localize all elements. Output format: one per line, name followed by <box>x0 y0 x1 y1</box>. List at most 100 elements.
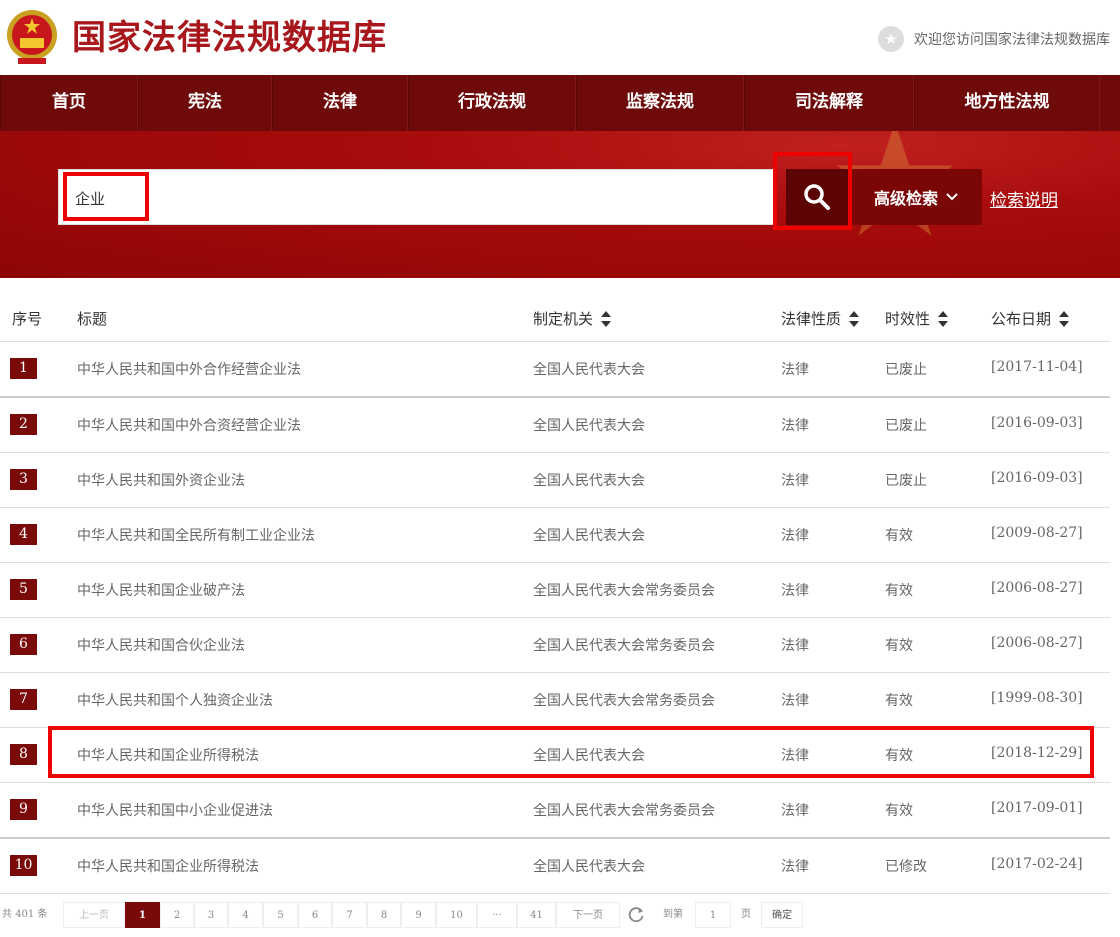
table-row[interactable]: 4 中华人民共和国全民所有制工业企业法 全国人民代表大会 法律 有效 [2009-08-2… <box>0 508 1110 563</box>
star-icon[interactable]: ★ <box>878 26 904 52</box>
nav-judicial-interpretation[interactable]: 司法解释 <box>744 75 914 131</box>
nav-admin-regulations[interactable]: 行政法规 <box>408 75 576 131</box>
main-nav: 首页 宪法 法律 行政法规 监察法规 司法解释 地方性法规 <box>0 75 1120 131</box>
row-validity: 有效 <box>885 583 913 599</box>
table-row[interactable]: 10 中华人民共和国企业所得税法 全国人民代表大会 法律 已修改 [2017-02-24] <box>0 839 1110 894</box>
row-title-link[interactable]: 中华人民共和国中小企业促进法 <box>77 800 273 820</box>
row-authority: 全国人民代表大会常务委员会 <box>533 803 715 819</box>
search-banner: 高级检索 检索说明 <box>0 131 1120 278</box>
row-date: [2009-08-27] <box>991 525 1083 541</box>
search-input[interactable] <box>75 186 755 210</box>
page-button[interactable]: 4 <box>228 902 263 928</box>
sort-icon[interactable] <box>849 310 860 327</box>
row-nature: 法律 <box>781 803 809 819</box>
row-index: 6 <box>10 634 37 655</box>
row-authority: 全国人民代表大会 <box>533 418 645 434</box>
row-index: 10 <box>10 855 37 876</box>
row-title-link[interactable]: 中华人民共和国中外合作经营企业法 <box>77 359 301 379</box>
sort-icon[interactable] <box>938 310 949 327</box>
header-index: 序号 <box>12 310 43 328</box>
table-row[interactable]: 2 中华人民共和国中外合资经营企业法 全国人民代表大会 法律 已废止 [2016-09-0… <box>0 398 1110 453</box>
page-button[interactable]: 9 <box>401 902 436 928</box>
row-index: 5 <box>10 579 37 600</box>
row-date: [2016-09-03] <box>991 470 1083 486</box>
page-button[interactable]: 3 <box>194 902 228 928</box>
row-authority: 全国人民代表大会常务委员会 <box>533 583 715 599</box>
nav-supervision-regulations[interactable]: 监察法规 <box>576 75 744 131</box>
prev-page-button[interactable]: 上一页 <box>63 902 125 928</box>
row-nature: 法律 <box>781 693 809 709</box>
nav-law[interactable]: 法律 <box>272 75 408 131</box>
row-title-link[interactable]: 中华人民共和国企业破产法 <box>77 580 245 600</box>
search-button[interactable] <box>786 169 848 225</box>
page-button[interactable]: 8 <box>367 902 401 928</box>
row-authority: 全国人民代表大会常务委员会 <box>533 638 715 654</box>
page-button[interactable]: 5 <box>263 902 298 928</box>
row-title-link[interactable]: 中华人民共和国中外合资经营企业法 <box>77 415 301 435</box>
row-index: 1 <box>10 358 37 379</box>
row-validity: 有效 <box>885 693 913 709</box>
search-help-link[interactable]: 检索说明 <box>990 186 1058 211</box>
confirm-button[interactable]: 确定 <box>761 902 803 928</box>
row-nature: 法律 <box>781 418 809 434</box>
header-nature[interactable]: 法律性质 <box>781 308 860 329</box>
table-row[interactable]: 9 中华人民共和国中小企业促进法 全国人民代表大会常务委员会 法律 有效 [2017-09… <box>0 783 1110 839</box>
row-validity: 已修改 <box>885 859 927 875</box>
row-index: 2 <box>10 414 37 435</box>
row-title-link[interactable]: 中华人民共和国全民所有制工业企业法 <box>77 525 315 545</box>
header-validity[interactable]: 时效性 <box>885 308 949 329</box>
table-row[interactable]: 5 中华人民共和国企业破产法 全国人民代表大会常务委员会 法律 有效 [2006-08-2… <box>0 563 1110 618</box>
row-nature: 法律 <box>781 528 809 544</box>
nav-local-regulations[interactable]: 地方性法规 <box>914 75 1100 131</box>
page-button[interactable]: 1 <box>125 902 160 928</box>
row-validity: 有效 <box>885 638 913 654</box>
page-button[interactable]: 7 <box>332 902 367 928</box>
goto-page-input[interactable]: 1 <box>695 902 731 928</box>
page-button[interactable]: 10 <box>436 902 477 928</box>
next-page-button[interactable]: 下一页 <box>556 902 620 928</box>
row-authority: 全国人民代表大会 <box>533 748 645 764</box>
table-row[interactable]: 1 中华人民共和国中外合作经营企业法 全国人民代表大会 法律 已废止 [2017-11-0… <box>0 342 1110 398</box>
chevron-down-icon <box>946 193 958 201</box>
row-title-link[interactable]: 中华人民共和国企业所得税法 <box>77 856 259 876</box>
table-row[interactable]: 8 中华人民共和国企业所得税法 全国人民代表大会 法律 有效 [2018-12-29] <box>0 728 1110 783</box>
page-button: ··· <box>477 902 517 928</box>
nav-home[interactable]: 首页 <box>0 75 138 131</box>
row-nature: 法律 <box>781 473 809 489</box>
row-title-link[interactable]: 中华人民共和国企业所得税法 <box>77 745 259 765</box>
table-row[interactable]: 3 中华人民共和国外资企业法 全国人民代表大会 法律 已废止 [2016-09-03] <box>0 453 1110 508</box>
header-authority[interactable]: 制定机关 <box>533 308 612 329</box>
advanced-search-button[interactable]: 高级检索 <box>850 169 982 225</box>
row-nature: 法律 <box>781 362 809 378</box>
header-date[interactable]: 公布日期 <box>991 308 1070 329</box>
row-title-link[interactable]: 中华人民共和国合伙企业法 <box>77 635 245 655</box>
row-index: 9 <box>10 799 37 820</box>
row-validity: 有效 <box>885 803 913 819</box>
page-button[interactable]: 2 <box>160 902 194 928</box>
row-date: [2018-12-29] <box>991 745 1083 761</box>
row-date: [2017-11-04] <box>991 359 1083 375</box>
row-nature: 法律 <box>781 583 809 599</box>
table-row[interactable]: 6 中华人民共和国合伙企业法 全国人民代表大会常务委员会 法律 有效 [2006-08-2… <box>0 618 1110 673</box>
row-date: [1999-08-30] <box>991 690 1083 706</box>
sort-icon[interactable] <box>601 310 612 327</box>
welcome-area: ★ 欢迎您访问国家法律法规数据库 <box>878 26 1110 52</box>
pagination: 共 401 条 上一页 1 2 3 4 5 6 7 8 9 10 ··· 41 下一页 到第 1 页 … <box>0 902 1120 928</box>
row-title-link[interactable]: 中华人民共和国外资企业法 <box>77 470 245 490</box>
welcome-text: 欢迎您访问国家法律法规数据库 <box>914 32 1110 48</box>
table-row[interactable]: 7 中华人民共和国个人独资企业法 全国人民代表大会常务委员会 法律 有效 [1999-08… <box>0 673 1110 728</box>
row-validity: 有效 <box>885 528 913 544</box>
table-header: 序号 标题 制定机关 法律性质 时效性 公布日期 <box>0 296 1110 342</box>
nav-constitution[interactable]: 宪法 <box>138 75 272 131</box>
page-button[interactable]: 6 <box>298 902 332 928</box>
refresh-icon[interactable] <box>627 906 645 924</box>
site-header: 国家法律法规数据库 ★ 欢迎您访问国家法律法规数据库 <box>0 0 1120 75</box>
total-count: 共 401 条 <box>2 909 48 920</box>
row-index: 3 <box>10 469 37 490</box>
site-title[interactable]: 国家法律法规数据库 <box>72 16 387 60</box>
sort-icon[interactable] <box>1059 310 1070 327</box>
row-title-link[interactable]: 中华人民共和国个人独资企业法 <box>77 690 273 710</box>
header-title: 标题 <box>77 310 108 328</box>
row-authority: 全国人民代表大会 <box>533 362 645 378</box>
page-button[interactable]: 41 <box>517 902 556 928</box>
